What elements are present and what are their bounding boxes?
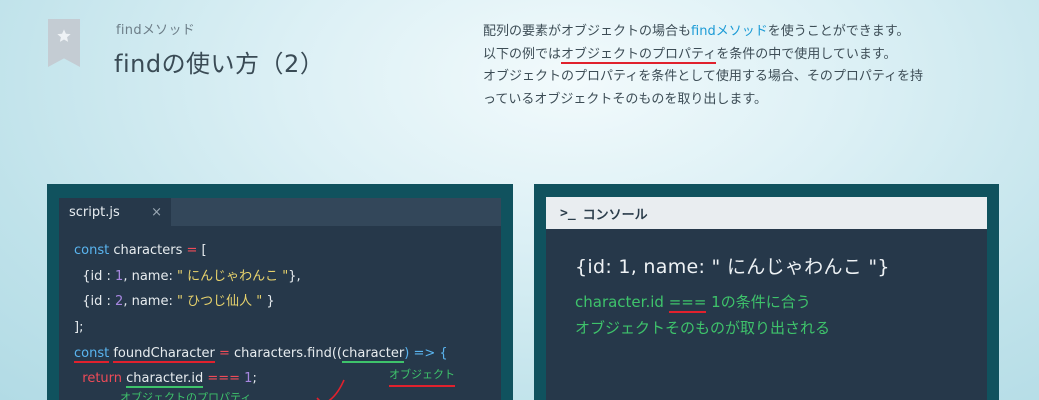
- terminal-icon: >_: [560, 205, 576, 221]
- tab-label: script.js: [69, 204, 120, 220]
- code-text: ];: [74, 320, 84, 336]
- description: 配列の要素がオブジェクトの場合もfindメソッドを使うことができます。 以下の例…: [483, 21, 983, 111]
- page-title: findの使い方（2）: [114, 50, 325, 78]
- code-line: const characters = [: [74, 241, 501, 267]
- console-note: オブジェクトそのものが取り出される: [575, 319, 831, 337]
- close-icon[interactable]: ×: [151, 205, 162, 220]
- code-text: {id :: [74, 268, 116, 284]
- console: >_ コンソール {id: 1, name: " にんじゃわんこ "} char…: [546, 197, 987, 400]
- annotation-property: オブジェクトのプロパティ: [120, 391, 252, 400]
- desc-text: っているオブジェクトそのものを取り出します。: [483, 91, 768, 107]
- keyword: const: [74, 243, 110, 258]
- console-header: >_ コンソール: [546, 197, 987, 229]
- desc-text: 配列の要素がオブジェクトの場合も: [483, 24, 692, 39]
- code-line: ];: [74, 318, 501, 344]
- code-text: [: [197, 243, 207, 258]
- code-text: ;: [252, 371, 257, 387]
- code-text: , name:: [123, 294, 177, 310]
- note-text: 1の条件に合う: [706, 293, 811, 311]
- page-subtitle: findメソッド: [116, 23, 196, 38]
- bookmark-badge: [48, 19, 80, 67]
- string: " ひつじ仙人 ": [176, 294, 263, 310]
- operator: =: [214, 345, 234, 361]
- code-text: {id :: [74, 294, 116, 310]
- object-property-highlight: オブジェクトのプロパティ: [561, 46, 717, 64]
- console-title: コンソール: [582, 207, 648, 223]
- note-operator: ===: [668, 293, 707, 313]
- code-line: return character.id === 1; オブジェクトのプロパティ: [74, 369, 501, 400]
- editor-tabbar: script.js ×: [59, 198, 501, 226]
- code-text: characters.find((: [233, 345, 342, 361]
- star-icon: [57, 29, 71, 42]
- code-editor: script.js × const characters = [ {id : 1…: [59, 198, 501, 400]
- keyword: return: [74, 371, 123, 387]
- arrow: ) => {: [404, 345, 448, 361]
- console-note: character.id === 1の条件に合う: [575, 293, 987, 313]
- keyword: const: [74, 345, 110, 363]
- tab-script-js[interactable]: script.js ×: [59, 198, 171, 226]
- variable-name: foundCharacter: [113, 345, 215, 363]
- operator: ===: [203, 371, 245, 387]
- code-line: {id : 2, name: " ひつじ仙人 " }: [74, 292, 501, 318]
- console-panel: >_ コンソール {id: 1, name: " にんじゃわんこ "} char…: [534, 184, 999, 400]
- find-method-link[interactable]: findメソッド: [691, 24, 768, 39]
- code-line: const foundCharacter = characters.find((…: [74, 344, 501, 387]
- code-text: , name:: [123, 268, 177, 284]
- code-text: },: [288, 268, 301, 284]
- code-line: {id : 1, name: " にんじゃわんこ "},: [74, 267, 501, 293]
- operator: =: [186, 243, 198, 258]
- param-name: character: [341, 345, 405, 363]
- desc-text: を使うことができます。: [767, 24, 910, 39]
- code-text: characters: [109, 243, 187, 258]
- property-access: character.id: [126, 371, 204, 389]
- note-text: character.id: [575, 293, 669, 311]
- desc-text: を条件の中で使用しています。: [716, 46, 897, 62]
- code-editor-panel: script.js × const characters = [ {id : 1…: [47, 184, 513, 400]
- string: " にんじゃわんこ ": [176, 268, 289, 284]
- annotation-arrow: [316, 379, 345, 400]
- console-output-line: {id: 1, name: " にんじゃわんこ "}: [575, 256, 890, 278]
- desc-text: 以下の例では: [483, 46, 562, 62]
- code-text: }: [262, 294, 275, 310]
- console-output: {id: 1, name: " にんじゃわんこ "} character.id …: [546, 229, 987, 337]
- code-area[interactable]: const characters = [ {id : 1, name: " にん…: [59, 226, 501, 400]
- desc-text: オブジェクトのプロパティを条件として使用する場合、そのプロパティを持: [483, 69, 924, 84]
